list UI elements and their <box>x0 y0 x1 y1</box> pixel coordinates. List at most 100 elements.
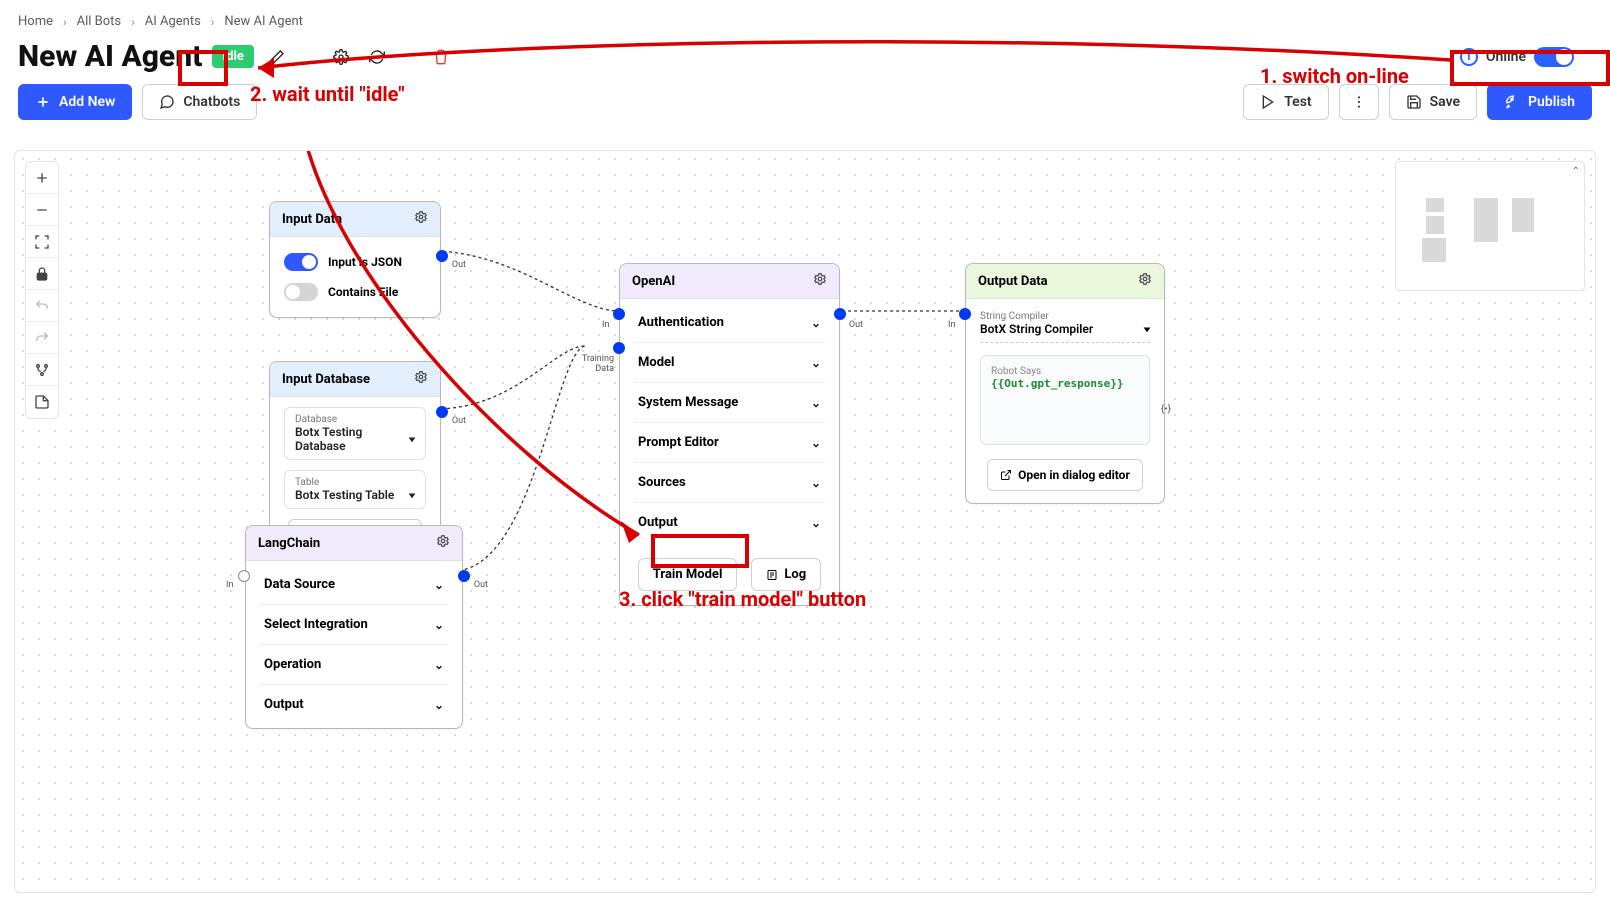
zoom-out-button[interactable] <box>26 194 58 226</box>
gear-icon[interactable] <box>414 210 428 228</box>
add-new-button[interactable]: Add New <box>18 84 132 120</box>
save-icon <box>1406 94 1422 110</box>
breadcrumb-all-bots[interactable]: All Bots <box>77 14 122 29</box>
section-integration[interactable]: Select Integration⌄ <box>260 604 448 644</box>
fit-screen-button[interactable] <box>26 226 58 258</box>
section-data-source[interactable]: Data Source⌄ <box>260 565 448 604</box>
caret-down-icon: ▾ <box>409 434 415 444</box>
lock-button[interactable] <box>26 258 58 290</box>
chevron-down-icon: ⌄ <box>811 396 821 410</box>
open-dialog-editor-button[interactable]: Open in dialog editor <box>987 459 1143 491</box>
chevron-up-icon[interactable]: ⌃ <box>1572 166 1580 177</box>
section-output[interactable]: Output⌄ <box>260 684 448 724</box>
branch-button[interactable] <box>26 354 58 386</box>
info-icon[interactable]: i <box>1460 48 1478 66</box>
more-menu-button[interactable] <box>1339 84 1379 120</box>
plus-icon <box>35 94 51 110</box>
trash-icon[interactable] <box>428 44 454 70</box>
breadcrumb-ai-agents[interactable]: AI Agents <box>145 14 201 29</box>
database-select[interactable]: Database Botx Testing Database▾ <box>284 407 426 460</box>
chevron-right-icon: › <box>63 15 67 29</box>
port-out[interactable] <box>834 308 846 320</box>
file-toggle[interactable] <box>284 283 318 301</box>
gear-icon[interactable] <box>414 370 428 388</box>
online-toggle[interactable] <box>1534 47 1574 67</box>
chevron-down-icon: ⌄ <box>811 436 821 450</box>
port-label: Out <box>452 416 466 426</box>
port-label: In <box>602 320 609 330</box>
section-sources[interactable]: Sources⌄ <box>634 462 825 502</box>
external-link-icon <box>1000 469 1012 481</box>
chevron-down-icon: ⌄ <box>811 516 821 530</box>
chatbots-button[interactable]: Chatbots <box>142 84 257 120</box>
section-output[interactable]: Output⌄ <box>634 502 825 542</box>
port-training-data[interactable] <box>613 342 625 354</box>
template-expression: {{Out.gpt_response}} <box>991 377 1139 390</box>
port-out[interactable] <box>436 406 448 418</box>
publish-button[interactable]: Publish <box>1487 84 1592 120</box>
flow-canvas[interactable]: ⌃ Input Data <box>14 150 1596 893</box>
node-langchain[interactable]: LangChain Data Source⌄ Select Integratio… <box>245 525 463 729</box>
pencil-icon[interactable] <box>264 44 290 70</box>
port-in[interactable] <box>959 308 971 320</box>
port-label: Training Data <box>574 354 614 374</box>
gear-icon[interactable] <box>813 272 827 290</box>
robot-says-box[interactable]: Robot Says {{Out.gpt_response}} {•} <box>980 355 1150 445</box>
port-label: Out <box>474 580 488 590</box>
gear-icon[interactable] <box>1138 272 1152 290</box>
node-openai[interactable]: OpenAI Authentication⌄ Model⌄ System Mes… <box>619 263 840 606</box>
section-model[interactable]: Model⌄ <box>634 342 825 382</box>
port-out[interactable] <box>458 570 470 582</box>
log-button[interactable]: Log <box>751 558 821 591</box>
section-operation[interactable]: Operation⌄ <box>260 644 448 684</box>
undo-button[interactable] <box>26 290 58 322</box>
node-output-data[interactable]: Output Data String Compiler BotX String … <box>965 263 1165 504</box>
port-label: Out <box>452 260 466 270</box>
node-title: OpenAI <box>632 274 675 289</box>
refresh-icon[interactable] <box>364 44 390 70</box>
section-system-message[interactable]: System Message⌄ <box>634 382 825 422</box>
json-toggle[interactable] <box>284 253 318 271</box>
caret-down-icon: ▾ <box>1144 324 1150 334</box>
port-out[interactable] <box>436 250 448 262</box>
breadcrumb: Home › All Bots › AI Agents › New AI Age… <box>0 0 1610 35</box>
chevron-down-icon: ⌄ <box>434 618 444 632</box>
node-title: Input Data <box>282 212 342 227</box>
chat-icon <box>159 94 175 110</box>
online-status: i Online <box>1460 47 1592 67</box>
redo-button[interactable] <box>26 322 58 354</box>
label: Contains File <box>328 285 398 299</box>
label: Input is JSON <box>328 255 402 269</box>
test-button[interactable]: Test <box>1243 84 1328 120</box>
port-in[interactable] <box>238 570 250 582</box>
gear-icon[interactable] <box>436 534 450 552</box>
section-prompt-editor[interactable]: Prompt Editor⌄ <box>634 422 825 462</box>
node-header[interactable]: Input Database <box>270 362 440 397</box>
gear-icon[interactable] <box>328 44 354 70</box>
rocket-icon <box>1504 94 1520 110</box>
section-auth[interactable]: Authentication⌄ <box>634 303 825 342</box>
node-header[interactable]: OpenAI <box>620 264 839 299</box>
chevron-down-icon: ⌄ <box>434 578 444 592</box>
train-model-button[interactable]: Train Model <box>638 558 738 591</box>
note-button[interactable] <box>26 386 58 418</box>
log-icon <box>766 569 778 581</box>
expand-button[interactable]: {•} <box>1157 400 1175 419</box>
chevron-down-icon: ⌄ <box>811 316 821 330</box>
play-icon <box>1260 94 1276 110</box>
caret-down-icon: ▾ <box>409 490 415 500</box>
save-button[interactable]: Save <box>1389 84 1477 120</box>
node-header[interactable]: LangChain <box>246 526 462 561</box>
minimap[interactable]: ⌃ <box>1395 161 1585 291</box>
compiler-select[interactable]: BotX String Compiler▾ <box>980 322 1150 343</box>
port-label: Out <box>849 320 863 330</box>
title-row: New AI Agent Idle i Online <box>0 35 1610 80</box>
node-header[interactable]: Output Data <box>966 264 1164 299</box>
port-label: In <box>948 320 955 330</box>
node-header[interactable]: Input Data <box>270 202 440 237</box>
node-input-data[interactable]: Input Data Input is JSON Contains File O… <box>269 201 441 318</box>
port-in[interactable] <box>613 308 625 320</box>
zoom-in-button[interactable] <box>26 162 58 194</box>
table-select[interactable]: Table Botx Testing Table▾ <box>284 470 426 509</box>
breadcrumb-home[interactable]: Home <box>18 14 53 29</box>
